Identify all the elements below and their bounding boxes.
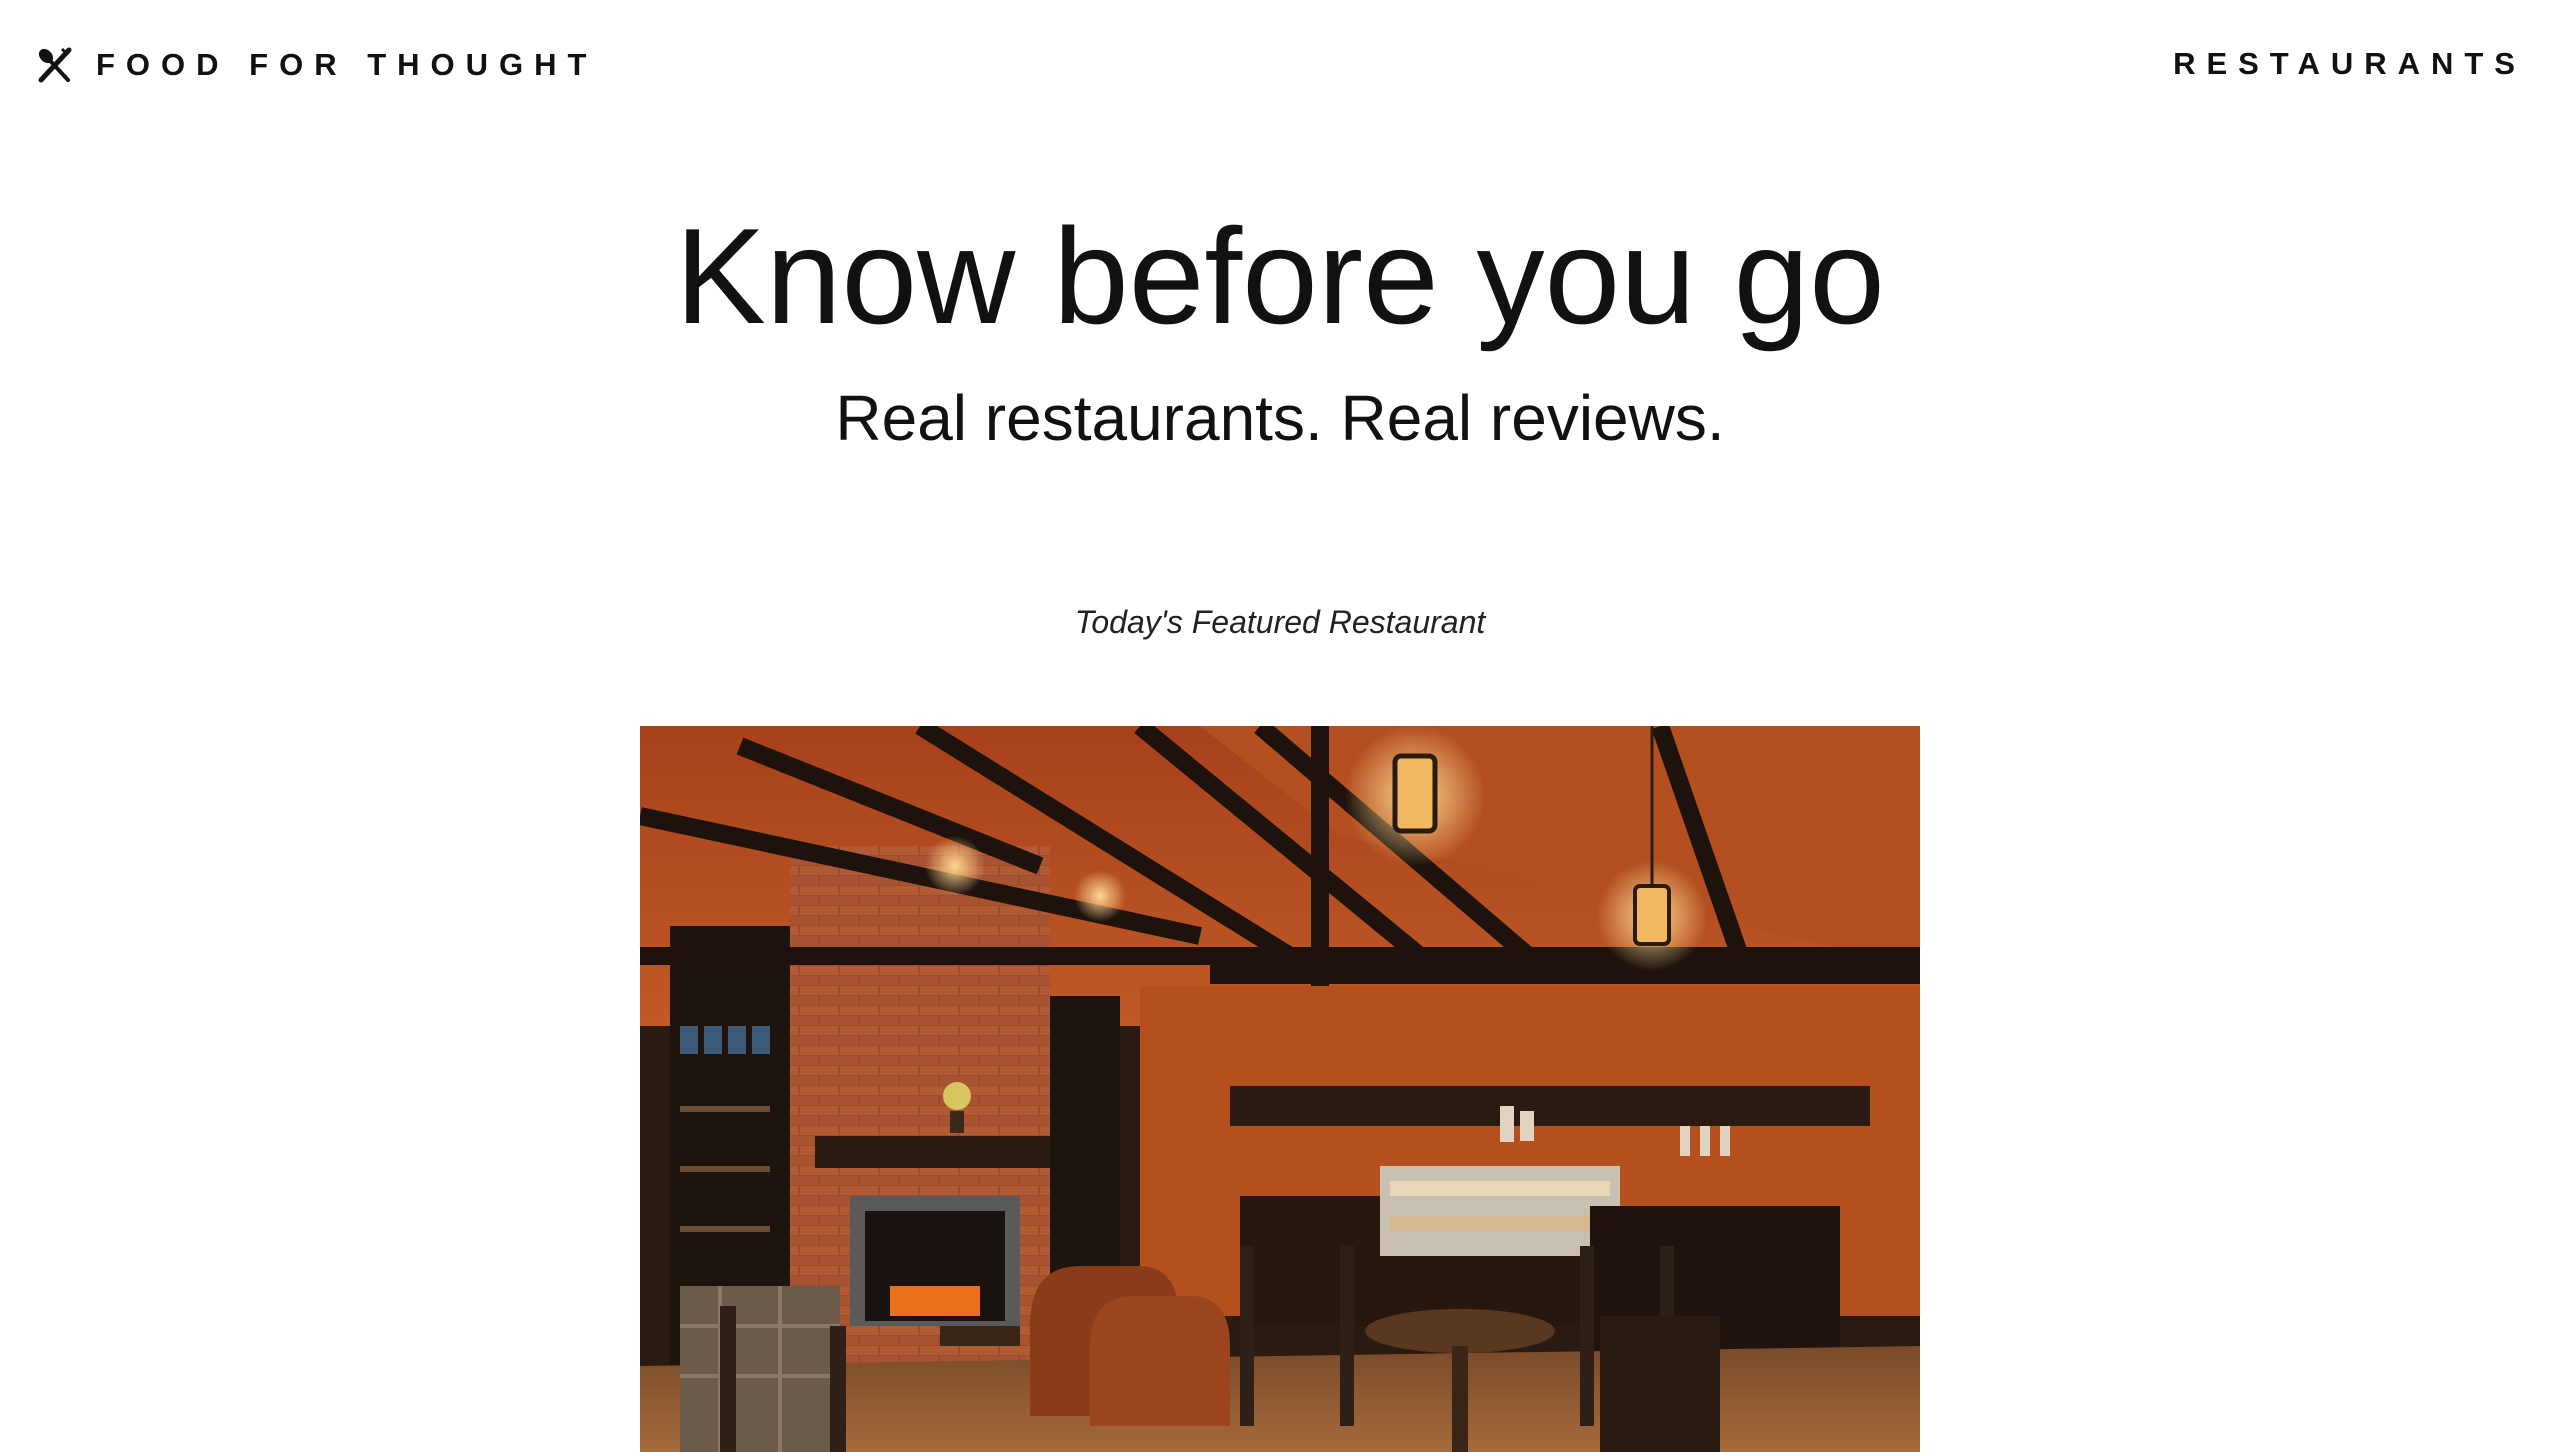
- brand-name: FOOD FOR THOUGHT: [96, 47, 598, 82]
- hero-subtitle: Real restaurants. Real reviews.: [835, 382, 1725, 454]
- fork-spoon-icon: [36, 46, 74, 84]
- featured-restaurant-image[interactable]: [640, 726, 1920, 1452]
- nav-link-restaurants[interactable]: RESTAURANTS: [2173, 46, 2526, 82]
- featured-label: Today's Featured Restaurant: [1074, 604, 1486, 640]
- top-navigation: FOOD FOR THOUGHT RESTAURANTS: [0, 0, 2560, 130]
- hero-title: Know before you go: [675, 200, 1885, 352]
- brand-logo-link[interactable]: FOOD FOR THOUGHT: [36, 46, 597, 84]
